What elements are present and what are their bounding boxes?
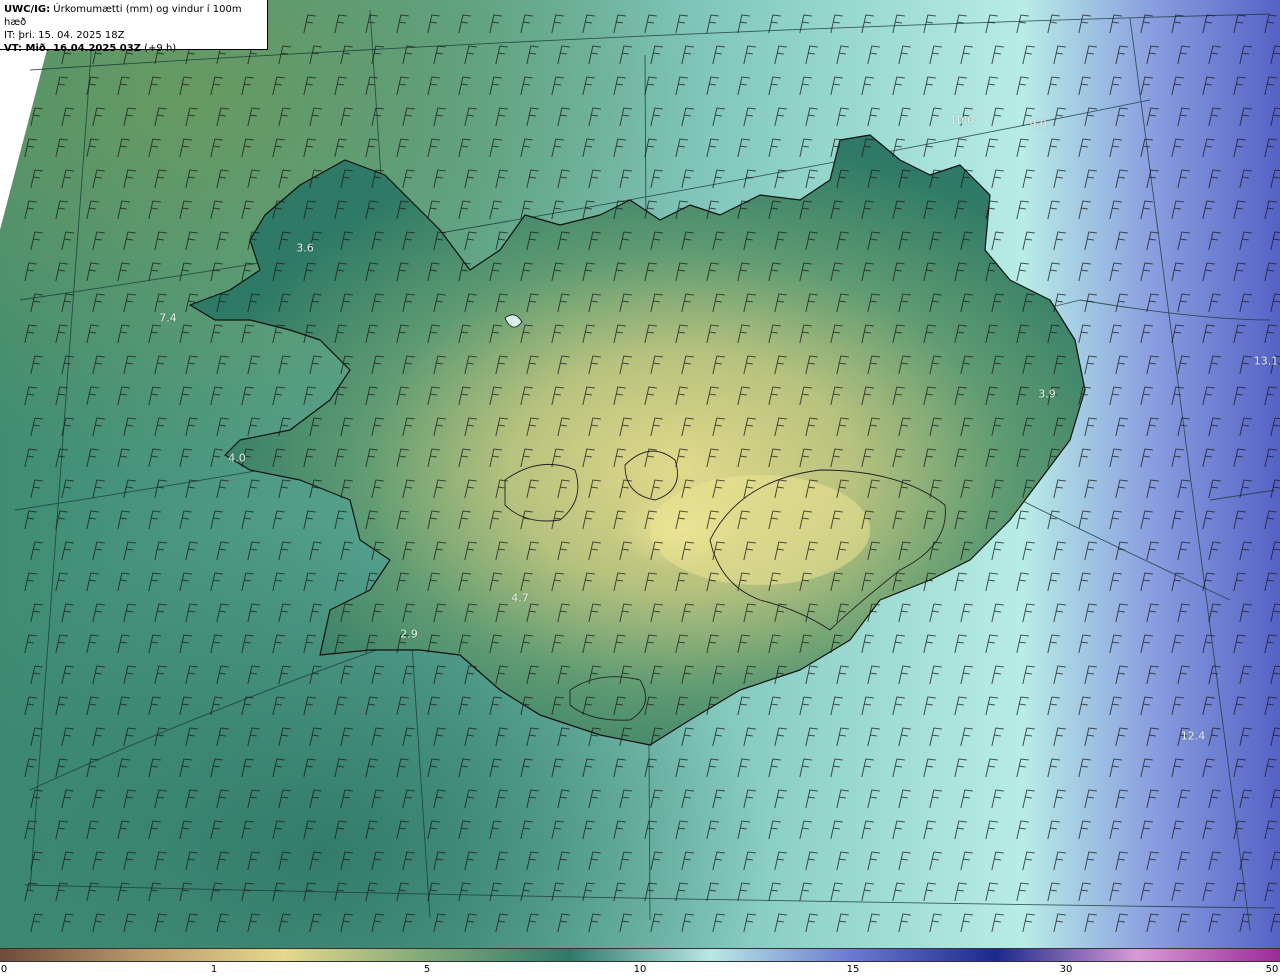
header-box: UWC/IG: Úrkomumætti (mm) og vindur í 100…: [0, 0, 268, 54]
colorbar-tick: 50: [1265, 964, 1279, 975]
model-name: UWC/IG:: [4, 4, 51, 15]
map-view[interactable]: [0, 0, 1280, 948]
colorbar-tick: 30: [1059, 964, 1073, 975]
colorbar-tick: 0: [0, 964, 8, 975]
colorbar-tick: 5: [423, 964, 431, 975]
init-time: IT: þri. 15. 04. 2025 18Z: [4, 30, 125, 41]
colorbar-gradient: [0, 948, 1280, 962]
point-label: 4.7: [511, 591, 529, 605]
point-label: 2.9: [400, 627, 418, 641]
point-label: 3.6: [296, 241, 314, 255]
valid-time: VT: Mið. 16.04.2025 03Z: [4, 43, 141, 54]
colorbar-tick: 10: [633, 964, 647, 975]
forecast-offset: (+9 h): [144, 43, 177, 54]
point-label: 13.1: [1253, 354, 1279, 368]
colorbar-tick: 15: [846, 964, 860, 975]
map-canvas: [0, 0, 1280, 948]
point-label: 9.0: [1029, 117, 1047, 131]
point-label: 4.0: [228, 451, 246, 465]
point-label: 10.0: [949, 113, 975, 127]
colorbar: 0 1 5 10 15 30 50: [0, 948, 1280, 978]
point-label: 3.9: [1038, 387, 1056, 401]
point-label: 7.4: [159, 311, 177, 325]
point-label: 12.4: [1180, 729, 1206, 743]
colorbar-tick: 1: [210, 964, 218, 975]
